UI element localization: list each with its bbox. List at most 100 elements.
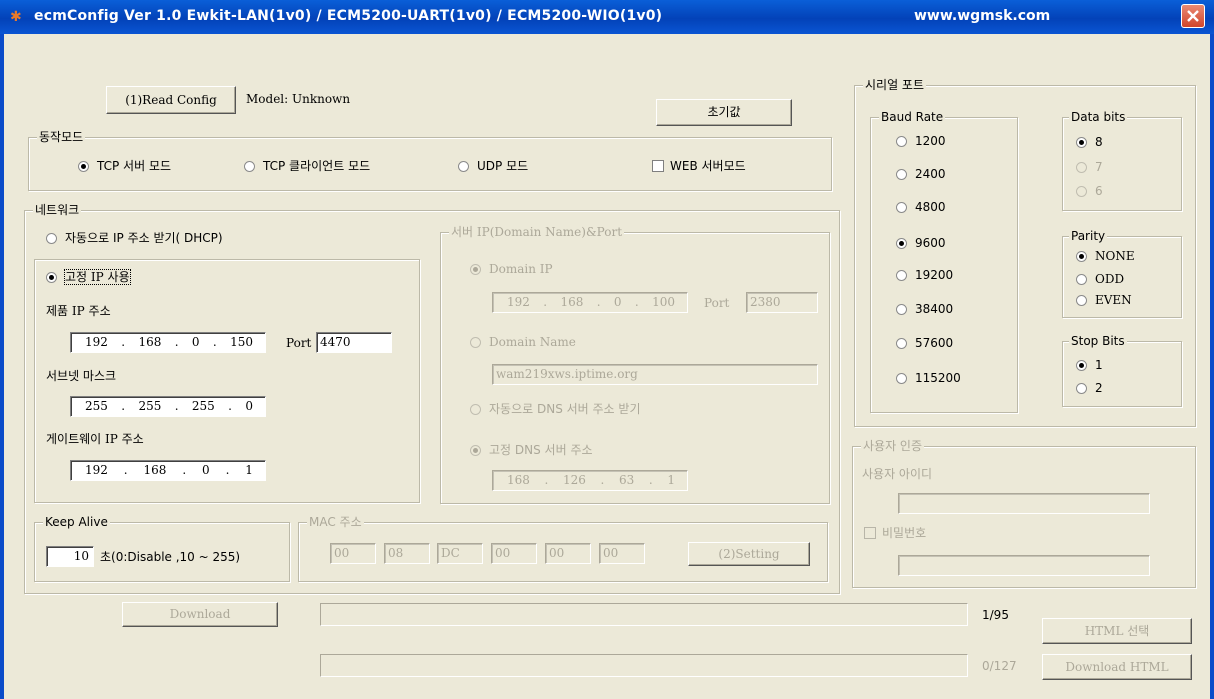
- mac-byte-field[interactable]: 00: [545, 543, 591, 564]
- ip-octet: 255: [191, 399, 215, 413]
- radio-icon: [896, 202, 907, 213]
- baud-19200-radio[interactable]: 19200: [896, 268, 953, 282]
- user-id-label: 사용자 아이디: [862, 467, 933, 481]
- stop-bits-title: Stop Bits: [1069, 333, 1127, 349]
- parity-odd-radio[interactable]: ODD: [1076, 272, 1124, 286]
- keepalive-field[interactable]: 10: [46, 546, 94, 567]
- data-bits-6-radio[interactable]: 6: [1076, 184, 1103, 198]
- user-id-field[interactable]: [898, 493, 1150, 514]
- dns-field[interactable]: 168. 126. 63. 1: [492, 470, 688, 491]
- download-html-button[interactable]: Download HTML: [1042, 654, 1192, 680]
- baud-38400-radio[interactable]: 38400: [896, 302, 953, 316]
- radio-icon: [470, 337, 481, 348]
- radio-selected-icon: [1076, 251, 1087, 262]
- mac-byte-field[interactable]: 00: [491, 543, 537, 564]
- domain-ip-radio[interactable]: Domain IP: [470, 262, 553, 276]
- ip-octet: 192: [85, 463, 108, 477]
- ip-octet: 168: [138, 335, 162, 349]
- mac-setting-button[interactable]: (2)Setting: [688, 542, 810, 566]
- baud-2400-radio[interactable]: 2400: [896, 167, 946, 181]
- mac-byte-field[interactable]: 00: [330, 543, 376, 564]
- auto-dns-label: 자동으로 DNS 서버 주소 받기: [489, 402, 641, 416]
- auto-dns-radio[interactable]: 자동으로 DNS 서버 주소 받기: [470, 402, 641, 416]
- ip-octet: 1: [667, 473, 675, 487]
- close-button[interactable]: [1181, 4, 1205, 28]
- parity-none-radio[interactable]: NONE: [1076, 249, 1135, 263]
- password-checkbox[interactable]: 비밀번호: [864, 526, 926, 540]
- radio-icon: [896, 169, 907, 180]
- radio-icon: [896, 304, 907, 315]
- static-dns-radio[interactable]: 고정 DNS 서버 주소: [470, 443, 593, 457]
- tcp-server-radio[interactable]: TCP 서버 모드: [78, 159, 171, 173]
- default-values-button[interactable]: 초기값: [656, 99, 792, 126]
- data-bits-7-radio[interactable]: 7: [1076, 160, 1103, 174]
- udp-radio[interactable]: UDP 모드: [458, 159, 528, 173]
- radio-icon: [896, 373, 907, 384]
- stop-bits-1-radio[interactable]: 1: [1076, 358, 1103, 372]
- download-button[interactable]: Download: [122, 602, 278, 627]
- data-bits-label: 7: [1095, 160, 1103, 174]
- html-progress-text: 0/127: [982, 659, 1017, 673]
- domain-name-radio[interactable]: Domain Name: [470, 335, 576, 349]
- html-select-button[interactable]: HTML 선택: [1042, 618, 1192, 644]
- radio-selected-icon: [46, 272, 57, 283]
- ip-octet: 255: [138, 399, 162, 413]
- app-icon: ✱: [10, 9, 22, 25]
- static-ip-radio[interactable]: 고정 IP 사용: [46, 269, 131, 285]
- read-config-button[interactable]: (1)Read Config: [106, 86, 236, 114]
- radio-selected-icon: [1076, 360, 1087, 371]
- stop-bits-group: Stop Bits: [1062, 333, 1182, 407]
- ip-octet: 0: [202, 463, 210, 477]
- parity-even-radio[interactable]: EVEN: [1076, 293, 1132, 307]
- server-title: 서버 IP(Domain Name)&Port: [449, 224, 625, 240]
- radio-icon: [1076, 162, 1087, 173]
- data-bits-label: 8: [1095, 135, 1103, 149]
- domain-name-label: Domain Name: [489, 335, 576, 349]
- parity-label: EVEN: [1095, 293, 1132, 307]
- baud-57600-radio[interactable]: 57600: [896, 336, 953, 350]
- radio-icon: [1076, 383, 1087, 394]
- baud-rate-group: Baud Rate: [870, 109, 1018, 413]
- gateway-field[interactable]: 192. 168. 0. 1: [70, 460, 266, 481]
- baud-label: 4800: [915, 200, 946, 214]
- baud-rate-title: Baud Rate: [879, 109, 946, 125]
- radio-selected-icon: [896, 238, 907, 249]
- tcp-client-radio[interactable]: TCP 클라이언트 모드: [244, 159, 370, 173]
- server-port-field[interactable]: 2380: [746, 292, 818, 313]
- checkbox-icon: [864, 527, 876, 539]
- baud-9600-radio[interactable]: 9600: [896, 236, 946, 250]
- download-progress-bar: [320, 603, 968, 626]
- device-ip-field[interactable]: 192. 168. 0. 150: [70, 332, 266, 353]
- subnet-label: 서브넷 마스크: [46, 369, 117, 383]
- baud-4800-radio[interactable]: 4800: [896, 200, 946, 214]
- web-server-label: WEB 서버모드: [670, 159, 746, 173]
- data-bits-8-radio[interactable]: 8: [1076, 135, 1103, 149]
- password-label: 비밀번호: [882, 526, 927, 540]
- dhcp-radio[interactable]: 자동으로 IP 주소 받기( DHCP): [46, 231, 223, 245]
- domain-ip-label: Domain IP: [489, 262, 553, 276]
- checkbox-icon: [652, 160, 664, 172]
- baud-1200-radio[interactable]: 1200: [896, 134, 946, 148]
- domain-name-field[interactable]: wam219xws.iptime.org: [492, 364, 818, 385]
- radio-icon: [1076, 274, 1087, 285]
- gateway-label: 게이트웨이 IP 주소: [46, 432, 144, 446]
- ip-octet: 1: [245, 463, 253, 477]
- radio-icon: [470, 404, 481, 415]
- ip-octet: 0: [613, 295, 622, 309]
- mac-byte-field[interactable]: DC: [437, 543, 483, 564]
- password-field[interactable]: [898, 555, 1150, 576]
- subnet-field[interactable]: 255. 255. 255. 0: [70, 396, 266, 417]
- mac-byte-field[interactable]: 08: [384, 543, 430, 564]
- ip-octet: 192: [507, 295, 530, 309]
- serial-port-title: 시리얼 포트: [863, 77, 927, 93]
- window-frame-left: [0, 34, 4, 699]
- radio-icon: [244, 161, 255, 172]
- mac-byte-field[interactable]: 00: [599, 543, 645, 564]
- domain-ip-field[interactable]: 192. 168. 0. 100: [492, 292, 688, 313]
- baud-115200-radio[interactable]: 115200: [896, 371, 961, 385]
- stop-bits-2-radio[interactable]: 2: [1076, 381, 1103, 395]
- static-dns-label: 고정 DNS 서버 주소: [489, 443, 593, 457]
- device-port-field[interactable]: 4470: [316, 332, 392, 353]
- web-server-checkbox[interactable]: WEB 서버모드: [652, 159, 746, 173]
- server-port-label: Port: [704, 296, 730, 310]
